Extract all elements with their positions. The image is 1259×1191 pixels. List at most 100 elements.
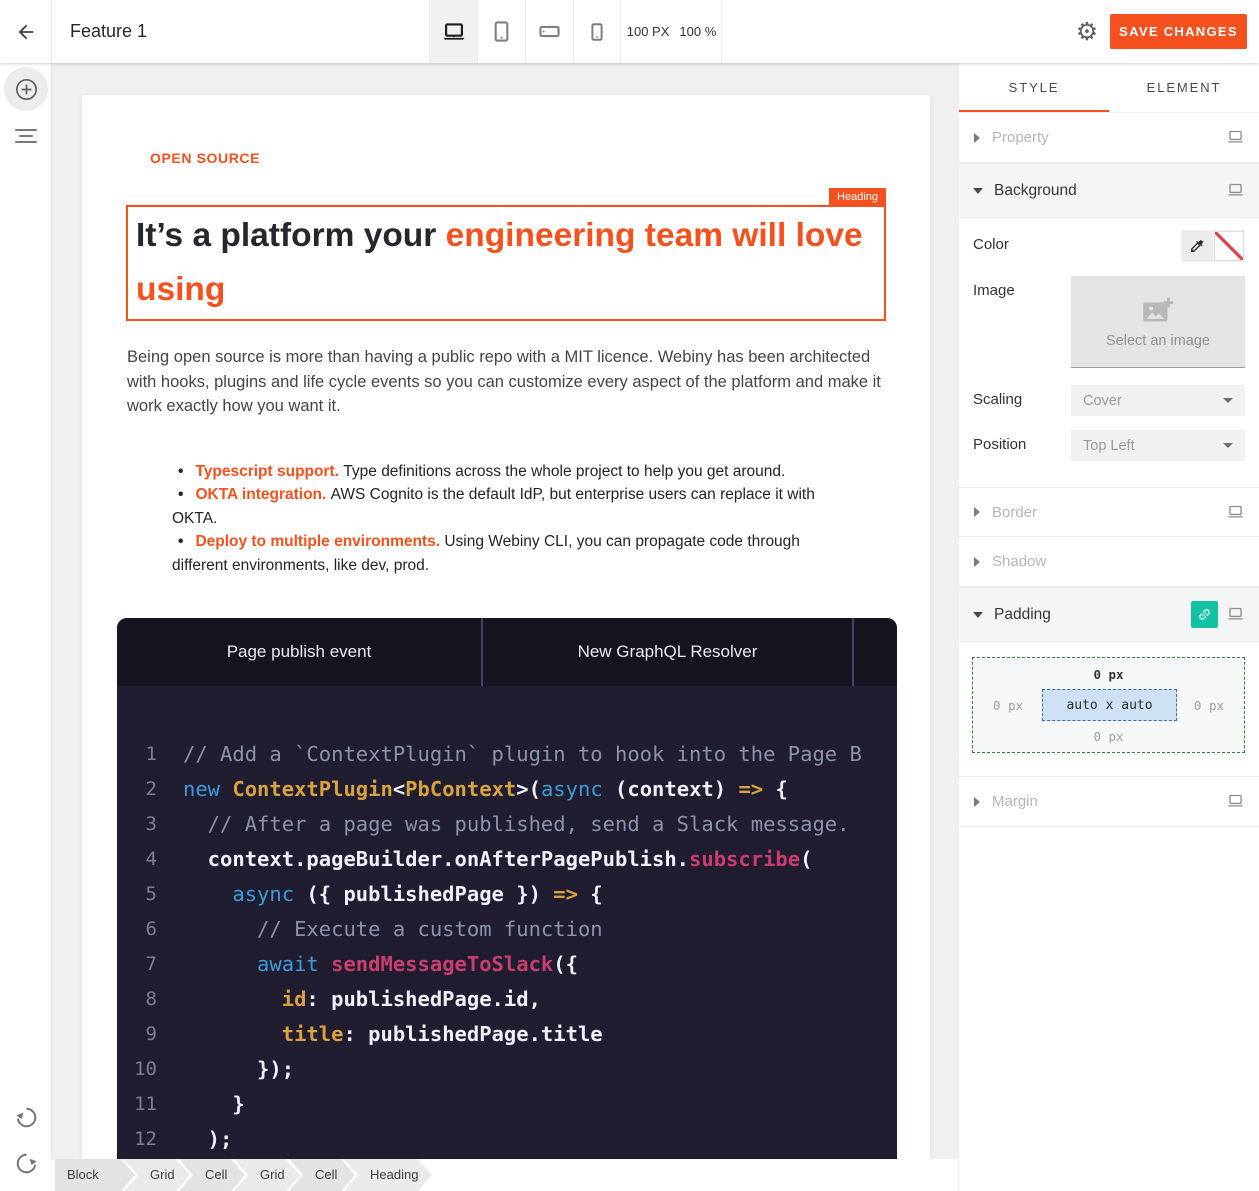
zoom-px-value: 100 PX [627, 24, 670, 39]
code-line: 8 id: publishedPage.id, [117, 982, 897, 1017]
section-padding[interactable]: Padding [959, 587, 1259, 642]
caret-down-icon [1223, 398, 1233, 403]
line-number: 3 [117, 807, 157, 842]
panel-tab-bar: STYLE ELEMENT [959, 63, 1259, 113]
laptop-icon [1226, 130, 1245, 145]
code-line: 1// Add a `ContextPlugin` plugin to hook… [117, 737, 897, 772]
selected-heading-element[interactable]: Heading It’s a platform your engineering… [126, 205, 886, 321]
redo-button[interactable] [14, 1151, 39, 1176]
section-border[interactable]: Border [959, 487, 1259, 537]
mobile-landscape-icon [537, 19, 562, 44]
laptop-icon [1226, 794, 1245, 809]
hero-heading: It’s a platform your engineering team wi… [136, 209, 876, 317]
code-line: 5 async ({ publishedPage }) => { [117, 877, 897, 912]
code-tab[interactable]: New GraphQL Resolver [483, 618, 854, 686]
chevron-right-icon [974, 797, 980, 807]
line-number: 2 [117, 772, 157, 807]
no-color-swatch[interactable] [1214, 231, 1244, 261]
line-number: 11 [117, 1087, 157, 1122]
position-select[interactable]: Top Left [1071, 430, 1245, 461]
color-picker-button[interactable] [1182, 231, 1212, 261]
padding-box-diagram: 0 px 0 px 0 px 0 px auto x auto [972, 657, 1245, 753]
feature-bullet-list[interactable]: •Typescript support. Type definitions ac… [172, 460, 840, 577]
caret-down-icon [1223, 443, 1233, 448]
code-example-block[interactable]: Page publish eventNew GraphQL Resolver 1… [117, 618, 897, 1159]
tab-style[interactable]: STYLE [959, 63, 1109, 112]
code-tab[interactable]: Page publish event [117, 618, 483, 686]
line-number: 7 [117, 947, 157, 982]
style-panel: STYLE ELEMENT Property Background Color [959, 63, 1259, 1191]
undo-button[interactable] [14, 1105, 39, 1130]
padding-settings: 0 px 0 px 0 px 0 px auto x auto [959, 642, 1259, 777]
breadcrumb: BlockGridCellGridCellHeading [40, 1159, 958, 1191]
element-tree-button[interactable] [15, 129, 37, 145]
gear-icon: ⚙ [1076, 17, 1098, 47]
laptop-icon [1226, 183, 1245, 198]
line-number: 5 [117, 877, 157, 912]
breadcrumb-item-heading[interactable]: Heading [344, 1159, 432, 1191]
code-line: 3 // After a page was published, send a … [117, 807, 897, 842]
back-button[interactable] [0, 0, 52, 63]
code-line: 10 }); [117, 1052, 897, 1087]
line-number: 10 [117, 1052, 157, 1087]
device-mobile-landscape-button[interactable] [525, 0, 573, 63]
breadcrumb-item-block[interactable]: Block [55, 1159, 135, 1191]
code-tab-bar: Page publish eventNew GraphQL Resolver [117, 618, 897, 686]
select-image-dropzone[interactable]: Select an image [1071, 276, 1245, 368]
padding-bottom-value[interactable]: 0 px [973, 729, 1244, 744]
chevron-right-icon [974, 507, 980, 517]
feature-bullet: •Deploy to multiple environments. Using … [172, 530, 840, 577]
editor-left-sidebar [0, 63, 52, 1191]
feature-bullet: •Typescript support. Type definitions ac… [172, 460, 840, 483]
section-margin[interactable]: Margin [959, 777, 1259, 827]
page-title: Feature 1 [70, 0, 147, 63]
code-line: 4 context.pageBuilder.onAfterPagePublish… [117, 842, 897, 877]
chevron-down-icon [973, 612, 983, 618]
line-number: 12 [117, 1122, 157, 1157]
padding-right-value[interactable]: 0 px [1194, 698, 1224, 713]
code-line: 12 ); [117, 1122, 897, 1157]
line-number: 1 [117, 737, 157, 772]
section-property[interactable]: Property [959, 113, 1259, 163]
device-desktop-button[interactable] [429, 0, 477, 63]
code-line: 11 } [117, 1087, 897, 1122]
redo-icon [14, 1151, 39, 1176]
laptop-icon [1226, 505, 1245, 520]
feature-bullet: •OKTA integration. AWS Cognito is the de… [172, 483, 840, 530]
padding-left-value[interactable]: 0 px [993, 698, 1023, 713]
device-preview-group [429, 0, 621, 63]
intro-paragraph[interactable]: Being open source is more than having a … [127, 345, 884, 419]
line-number: 9 [117, 1017, 157, 1052]
arrow-left-icon [15, 21, 37, 43]
scaling-select[interactable]: Cover [1071, 385, 1245, 416]
code-line: 7 await sendMessageToSlack({ [117, 947, 897, 982]
chevron-down-icon [973, 188, 983, 194]
line-number: 6 [117, 912, 157, 947]
add-image-icon [1140, 295, 1176, 329]
zoom-indicator: 100 PX 100 % [622, 0, 722, 63]
laptop-icon [441, 19, 467, 45]
plus-circle-icon [13, 76, 40, 103]
element-size-value[interactable]: auto x auto [1042, 689, 1177, 721]
section-background[interactable]: Background [959, 163, 1259, 218]
link-values-button[interactable] [1191, 601, 1218, 628]
save-changes-button[interactable]: SAVE CHANGES [1110, 14, 1247, 49]
line-number: 8 [117, 982, 157, 1017]
device-mobile-button[interactable] [573, 0, 621, 63]
color-swatch-group [1181, 230, 1245, 262]
mobile-icon [585, 20, 609, 44]
padding-top-value[interactable]: 0 px [973, 667, 1244, 682]
device-tablet-button[interactable] [477, 0, 525, 63]
tab-element[interactable]: ELEMENT [1109, 63, 1259, 112]
code-line: 9 title: publishedPage.title [117, 1017, 897, 1052]
code-line: 6 // Execute a custom function [117, 912, 897, 947]
tablet-icon [489, 19, 514, 44]
section-shadow[interactable]: Shadow [959, 537, 1259, 587]
eyedropper-icon [1189, 238, 1205, 254]
selection-badge: Heading [829, 188, 886, 207]
laptop-icon [1226, 607, 1245, 622]
eyebrow-label[interactable]: OPEN SOURCE [150, 150, 260, 166]
settings-button[interactable]: ⚙ [1072, 0, 1102, 63]
background-settings: Color Image Select an image Scaling [959, 218, 1259, 487]
add-element-button[interactable] [4, 67, 48, 111]
